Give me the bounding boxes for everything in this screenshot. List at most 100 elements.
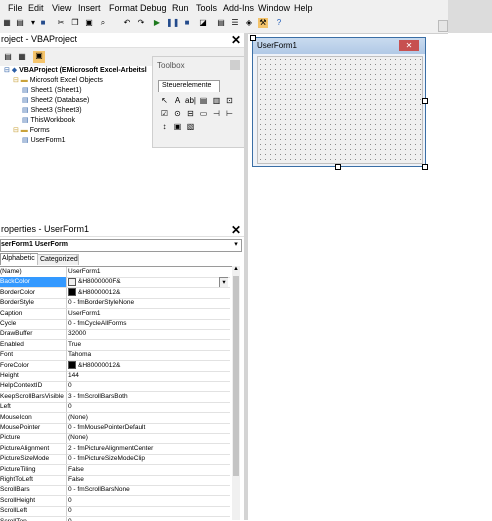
- property-row[interactable]: Cycle 0 - fmCycleAllForms: [0, 319, 230, 330]
- tree-item[interactable]: ⊟ ◆ VBAProject (EMicrosoft Excel-Arbeits…: [4, 66, 147, 74]
- resize-handle[interactable]: [335, 164, 341, 170]
- property-value[interactable]: 32000: [68, 329, 228, 339]
- menu-format[interactable]: Format: [109, 3, 138, 13]
- toolbox-control-icon[interactable]: ▥: [211, 96, 222, 105]
- menu-debug[interactable]: Debug: [140, 3, 167, 13]
- menu-file[interactable]: File: [8, 3, 23, 13]
- property-value[interactable]: UserForm1: [68, 267, 228, 277]
- userform-canvas[interactable]: [257, 56, 423, 164]
- copy-icon[interactable]: ❐: [70, 18, 80, 28]
- properties-window-icon[interactable]: ☰: [230, 18, 240, 28]
- tree-item[interactable]: ▤ Sheet3 (Sheet3): [22, 106, 82, 114]
- property-row[interactable]: PictureSizeMode 0 - fmPictureSizeModeClip: [0, 454, 230, 466]
- toolbox-control-icon[interactable]: ▣: [172, 122, 183, 131]
- view-excel-icon[interactable]: ▦: [2, 18, 12, 28]
- object-browser-icon[interactable]: ◈: [244, 18, 254, 28]
- property-row[interactable]: ScrollTop0: [0, 516, 230, 521]
- toolbox-control-icon[interactable]: ⊣: [211, 109, 222, 118]
- run-icon[interactable]: ▶: [152, 18, 162, 28]
- toolbox-control-icon[interactable]: ⊟: [185, 109, 196, 118]
- menu-addins[interactable]: Add-Ins: [223, 3, 254, 13]
- property-row[interactable]: RightToLeft False: [0, 475, 230, 486]
- property-row[interactable]: PictureTiling False: [0, 464, 230, 476]
- property-value[interactable]: 0: [68, 496, 228, 506]
- scroll-thumb[interactable]: [233, 276, 239, 476]
- menu-view[interactable]: View: [52, 3, 71, 13]
- save-icon[interactable]: ■: [38, 18, 48, 28]
- tab-alphabetic[interactable]: Alphabetic: [0, 253, 38, 265]
- tree-item[interactable]: ▤ Sheet1 (Sheet1): [22, 86, 82, 94]
- toolbox-control-icon[interactable]: ⊢: [224, 109, 235, 118]
- tree-item[interactable]: ⊟ ▬ Forms: [13, 126, 50, 134]
- chevron-down-icon[interactable]: ▾: [232, 240, 240, 251]
- project-explorer-titlebar[interactable]: roject - VBAProject: [0, 33, 244, 48]
- scroll-up-icon[interactable]: ▲: [232, 266, 240, 274]
- property-row[interactable]: BorderStyle 0 - fmBorderStyleNone: [0, 298, 230, 310]
- property-value[interactable]: (None): [68, 413, 228, 423]
- userform-titlebar[interactable]: UserForm1 ✕: [253, 38, 425, 54]
- property-value[interactable]: 0: [68, 517, 228, 521]
- project-explorer-icon[interactable]: ▤: [216, 18, 226, 28]
- design-mode-icon[interactable]: ◪: [198, 18, 208, 28]
- toolbox-window[interactable]: Toolbox Steuerelemente ↖ Aab| ▤ ▥ ⊡ ☑ ⊙ ⊟ ▭ ⊣ ⊢ ↕…: [152, 56, 246, 148]
- property-row[interactable]: PictureAlignment 2 - fmPictureAlignmentCe…: [0, 443, 230, 455]
- property-row[interactable]: Font Tahoma: [0, 350, 230, 362]
- undo-icon[interactable]: ↶: [122, 18, 132, 28]
- pane-splitter[interactable]: [244, 33, 248, 520]
- toolbox-close-icon[interactable]: [230, 60, 240, 70]
- property-row[interactable]: BorderColor &H80000012&: [0, 287, 230, 299]
- cut-icon[interactable]: ✂: [56, 18, 66, 28]
- toolbox-control-icon[interactable]: ▭: [198, 109, 209, 118]
- tree-item[interactable]: ▤ UserForm1: [22, 136, 66, 144]
- object-selector[interactable]: serForm1 UserForm ▾: [0, 239, 242, 252]
- property-row[interactable]: Enabled True: [0, 339, 230, 351]
- paste-icon[interactable]: ▣: [84, 18, 94, 28]
- toolbar-scroll-handle[interactable]: [438, 20, 448, 32]
- property-value[interactable]: True: [68, 340, 228, 350]
- property-value[interactable]: &H80000012&: [68, 360, 228, 371]
- toolbox-control-icon[interactable]: ▧: [185, 122, 196, 131]
- view-code-icon[interactable]: ▤: [3, 52, 13, 62]
- property-row[interactable]: DrawBuffer 32000: [0, 329, 230, 341]
- properties-scrollbar[interactable]: ▲: [232, 266, 240, 520]
- property-row[interactable]: Height 144: [0, 371, 230, 382]
- menu-window[interactable]: Window: [258, 3, 290, 13]
- toolbox-tab[interactable]: Steuerelemente: [158, 80, 220, 92]
- tree-item[interactable]: ▤ ThisWorkbook: [22, 116, 75, 124]
- property-value[interactable]: 0: [68, 381, 228, 391]
- property-row[interactable]: Caption UserForm1: [0, 308, 230, 320]
- property-value[interactable]: 0 - fmPictureSizeModeClip: [68, 454, 228, 464]
- property-row[interactable]: MouseIcon (None): [0, 412, 230, 424]
- menu-tools[interactable]: Tools: [196, 3, 217, 13]
- tree-item[interactable]: ⊟ ▬ Microsoft Excel Objects: [13, 76, 103, 84]
- properties-close-icon[interactable]: ✕: [231, 224, 241, 236]
- help-icon[interactable]: ?: [274, 18, 284, 28]
- insert-userform-icon[interactable]: ▤: [15, 18, 25, 28]
- property-row[interactable]: ScrollHeight 0: [0, 495, 230, 507]
- tree-item[interactable]: ▤ Sheet2 (Database): [22, 96, 89, 104]
- dropdown-icon[interactable]: ▾: [28, 18, 38, 28]
- property-value[interactable]: 2 - fmPictureAlignmentCenter: [68, 444, 228, 454]
- menu-edit[interactable]: Edit: [28, 3, 44, 13]
- view-object-icon[interactable]: ▦: [17, 52, 27, 62]
- menu-insert[interactable]: Insert: [78, 3, 101, 13]
- toolbox-control-icon[interactable]: ↕: [159, 122, 170, 131]
- property-value[interactable]: 0 - fmBorderStyleNone: [68, 298, 228, 308]
- property-row[interactable]: ScrollLeft 0: [0, 506, 230, 518]
- property-value[interactable]: 0: [68, 506, 228, 516]
- property-row[interactable]: MousePointer 0 - fmMousePointerDefault: [0, 423, 230, 434]
- property-row[interactable]: ScrollBars 0 - fmScrollBarsNone: [0, 485, 230, 497]
- property-row[interactable]: KeepScrollBarsVisible 3 - fmScrollBarsBot…: [0, 391, 230, 403]
- reset-icon[interactable]: ■: [182, 18, 192, 28]
- toggle-folders-icon[interactable]: ▣: [33, 51, 45, 63]
- resize-handle[interactable]: [422, 98, 428, 104]
- property-value[interactable]: 0 - fmCycleAllForms: [68, 319, 228, 329]
- userform-designer[interactable]: UserForm1 ✕: [252, 37, 426, 167]
- menu-run[interactable]: Run: [172, 3, 189, 13]
- property-value[interactable]: UserForm1: [68, 309, 228, 319]
- property-value[interactable]: Tahoma: [68, 350, 228, 360]
- find-icon[interactable]: ⌕: [98, 18, 108, 28]
- toolbox-control-icon[interactable]: ab|: [185, 96, 196, 105]
- property-value[interactable]: (None): [68, 433, 228, 443]
- property-value[interactable]: False: [68, 465, 228, 475]
